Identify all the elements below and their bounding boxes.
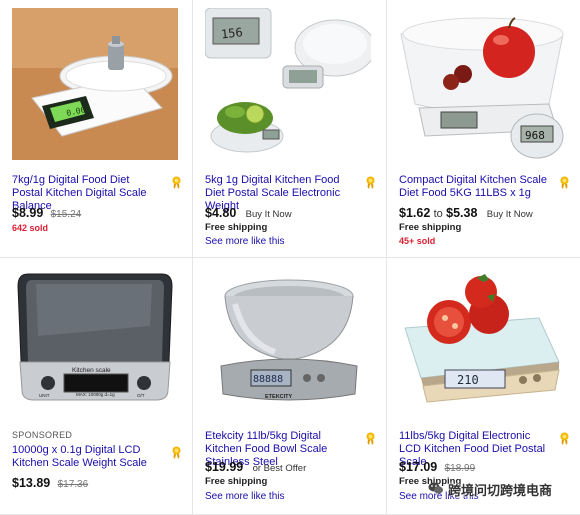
product-image[interactable]: 0.000 [12,8,178,160]
scale-photo: 968 [399,8,565,160]
top-rated-ribbon-icon [172,176,181,189]
product-image[interactable]: 210 [399,266,565,410]
price-low: $1.62 [399,206,431,220]
top-rated-ribbon-icon [172,446,181,459]
shipping-info: Free shipping [205,222,268,233]
unit-button-label: UNIT [39,393,50,398]
buying-format: Buy It Now [245,209,292,220]
listing-card[interactable]: 88888 ETEKCITY Etekcity 11lb/5kg Digital… [193,258,387,515]
original-price: $15.24 [50,209,82,220]
price: $19.99 [205,460,244,474]
top-rated-ribbon-icon [560,176,569,189]
top-rated-ribbon-icon [560,432,569,445]
price-line: $17.09 $18.99 [399,460,475,474]
watermark-text: 跨境问切跨境电商 [448,483,553,498]
scale-photo: 156 [205,8,371,160]
scale-spec: MAX: 10000g d=1g [76,392,115,397]
shipping-info: Free shipping [205,476,268,487]
scale-label: Kitchen scale [72,367,111,374]
listing-title[interactable]: Compact Digital Kitchen Scale Diet Food … [399,174,549,200]
top-rated-ribbon-icon [366,176,375,189]
product-image[interactable]: 156 [205,8,371,160]
price-line: $13.89 $17.36 [12,476,88,490]
scale-photo: 0.000 [12,8,178,160]
price-line: $1.62 to $5.38 Buy It Now [399,206,533,220]
top-rated-ribbon-icon [366,432,375,445]
original-price: $18.99 [444,463,476,474]
price: $4.80 [205,206,237,220]
price-line: $4.80 Buy It Now [205,206,292,220]
scale-photo: Kitchen scale MAX: 10000g d=1g UNIT O/T [12,266,178,410]
sold-count: 642 sold [12,223,49,233]
buying-format: or Best Offer [252,463,307,474]
display-reading: 156 [220,25,243,41]
listing-card[interactable]: 968 Compact Digital Kitchen Scale Diet F… [387,0,580,258]
listing-card[interactable]: 156 5kg 1g Digital Kitchen Food Diet Pos… [193,0,387,258]
original-price: $17.36 [57,479,89,490]
price-high: $5.38 [446,206,478,220]
price: $17.09 [399,460,438,474]
product-image[interactable]: Kitchen scale MAX: 10000g d=1g UNIT O/T [12,266,178,410]
price-line: $8.99 $15.24 [12,206,81,220]
price-range-to: to [433,208,443,220]
sponsored-label: SPONSORED [12,430,73,440]
price-line: $19.99 or Best Offer [205,460,306,474]
product-image[interactable]: 968 [399,8,565,160]
tare-button-label: O/T [137,393,145,398]
listing-title[interactable]: 10000g x 0.1g Digital LCD Kitchen Scale … [12,444,162,470]
scale-photo: 210 [399,266,565,410]
price: $8.99 [12,206,44,220]
display-reading: 968 [525,129,545,142]
scale-photo: 88888 ETEKCITY [205,266,371,410]
brand-label: ETEKCITY [265,394,293,400]
see-more-link[interactable]: See more like this [205,491,284,502]
display-reading: 210 [457,373,479,387]
see-more-link[interactable]: See more like this [205,236,284,247]
wechat-icon [428,482,443,494]
price: $13.89 [12,476,51,490]
listing-card[interactable]: Kitchen scale MAX: 10000g d=1g UNIT O/T … [0,258,193,515]
listing-card[interactable]: 210 11lbs/5kg Digital Electronic LCD Kit… [387,258,580,515]
sold-count: 45+ sold [399,236,436,246]
product-image[interactable]: 88888 ETEKCITY [205,266,371,410]
listing-card[interactable]: 0.000 7kg/1g Digital Food Diet Postal Ki… [0,0,193,258]
buying-format: Buy It Now [486,209,533,220]
listing-grid: 0.000 7kg/1g Digital Food Diet Postal Ki… [0,0,580,515]
display-reading: 88888 [253,374,283,385]
shipping-info: Free shipping [399,222,462,233]
